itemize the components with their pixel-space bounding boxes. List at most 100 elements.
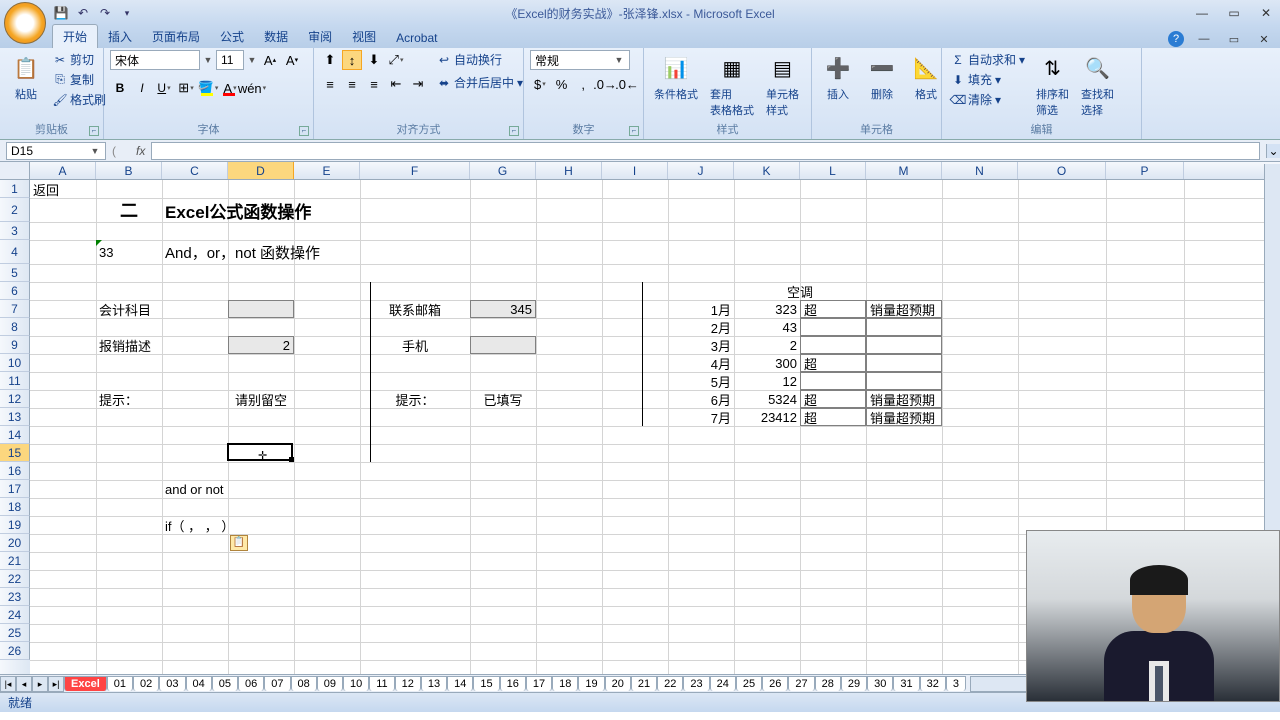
row-header-21[interactable]: 21 xyxy=(0,552,30,570)
ribbon-minimize-button[interactable]: — xyxy=(1194,30,1214,48)
col-header-O[interactable]: O xyxy=(1018,162,1106,179)
cell-J7[interactable]: 1月 xyxy=(668,300,734,318)
row-header-26[interactable]: 26 xyxy=(0,642,30,660)
input-cell-G9[interactable] xyxy=(470,336,536,354)
formula-bar-expand[interactable]: ⌄ xyxy=(1266,144,1280,158)
row-header-18[interactable]: 18 xyxy=(0,498,30,516)
sheet-tab-18[interactable]: 18 xyxy=(552,676,578,691)
tab-formulas[interactable]: 公式 xyxy=(210,25,254,48)
row-header-25[interactable]: 25 xyxy=(0,624,30,642)
sheet-tab-28[interactable]: 28 xyxy=(815,676,841,691)
row-header-13[interactable]: 13 xyxy=(0,408,30,426)
cell-L11[interactable] xyxy=(800,372,866,390)
row-header-9[interactable]: 9 xyxy=(0,336,30,354)
sheet-nav-first[interactable]: |◂ xyxy=(0,676,16,692)
cell-B4[interactable]: 33 xyxy=(96,240,162,264)
sheet-tab-26[interactable]: 26 xyxy=(762,676,788,691)
input-cell-G7[interactable]: 345 xyxy=(470,300,536,318)
sheet-nav-last[interactable]: ▸| xyxy=(48,676,64,692)
fx-icon[interactable]: fx xyxy=(136,144,145,158)
chevron-down-icon[interactable]: ▼ xyxy=(202,55,214,65)
sheet-tab-32[interactable]: 32 xyxy=(920,676,946,691)
row-header-20[interactable]: 20 xyxy=(0,534,30,552)
row-header-22[interactable]: 22 xyxy=(0,570,30,588)
cell-K7[interactable]: 323 xyxy=(734,300,800,318)
sheet-tab-21[interactable]: 21 xyxy=(631,676,657,691)
chevron-down-icon[interactable]: ▼ xyxy=(246,55,258,65)
row-header-19[interactable]: 19 xyxy=(0,516,30,534)
row-header-16[interactable]: 16 xyxy=(0,462,30,480)
decrease-decimal-button[interactable]: .0← xyxy=(617,74,637,94)
cell-F7[interactable]: 联系邮箱 xyxy=(360,300,470,318)
copy-button[interactable]: ⎘复制 xyxy=(50,70,109,89)
cell-J12[interactable]: 6月 xyxy=(668,390,734,408)
cell-L9[interactable] xyxy=(800,336,866,354)
col-header-K[interactable]: K xyxy=(734,162,800,179)
align-top-button[interactable]: ⬆ xyxy=(320,50,340,70)
tab-home[interactable]: 开始 xyxy=(52,24,98,48)
sheet-tab-07[interactable]: 07 xyxy=(264,676,290,691)
number-format-combo[interactable]: 常规▼ xyxy=(530,50,630,70)
cell-L8[interactable] xyxy=(800,318,866,336)
sheet-tab-10[interactable]: 10 xyxy=(343,676,369,691)
cell-B7[interactable]: 会计科目 xyxy=(96,300,162,318)
sheet-tab-16[interactable]: 16 xyxy=(500,676,526,691)
select-all-corner[interactable] xyxy=(0,162,30,179)
col-header-E[interactable]: E xyxy=(294,162,360,179)
sheet-tab-31[interactable]: 31 xyxy=(893,676,919,691)
tab-insert[interactable]: 插入 xyxy=(98,25,142,48)
font-size-combo[interactable]: 11 xyxy=(216,50,244,70)
col-header-L[interactable]: L xyxy=(800,162,866,179)
col-header-A[interactable]: A xyxy=(30,162,96,179)
cell-J8[interactable]: 2月 xyxy=(668,318,734,336)
sheet-tab-23[interactable]: 23 xyxy=(683,676,709,691)
cell-M13[interactable]: 销量超预期 xyxy=(866,408,942,426)
row-header-1[interactable]: 1 xyxy=(0,180,30,198)
col-header-C[interactable]: C xyxy=(162,162,228,179)
align-middle-button[interactable]: ↕ xyxy=(342,50,362,70)
cell-M12[interactable]: 销量超预期 xyxy=(866,390,942,408)
clear-button[interactable]: ⌫清除▾ xyxy=(948,90,1028,109)
cell-J13[interactable]: 7月 xyxy=(668,408,734,426)
input-cell-D7[interactable] xyxy=(228,300,294,318)
row-header-15[interactable]: 15 xyxy=(0,444,30,462)
sheet-tab-22[interactable]: 22 xyxy=(657,676,683,691)
sheet-tab-13[interactable]: 13 xyxy=(421,676,447,691)
font-launcher[interactable]: ⌐ xyxy=(299,126,309,136)
qat-undo-icon[interactable]: ↶ xyxy=(74,4,92,22)
border-button[interactable]: ⊞▾ xyxy=(176,78,196,98)
col-header-I[interactable]: I xyxy=(602,162,668,179)
cell-L10[interactable]: 超 xyxy=(800,354,866,372)
col-header-B[interactable]: B xyxy=(96,162,162,179)
row-header-11[interactable]: 11 xyxy=(0,372,30,390)
cell-A1[interactable]: 返回 xyxy=(30,180,96,198)
cell-M9[interactable] xyxy=(866,336,942,354)
sheet-tab-04[interactable]: 04 xyxy=(186,676,212,691)
wrap-text-button[interactable]: ↩自动换行 xyxy=(434,50,526,69)
phonetic-button[interactable]: wén▾ xyxy=(242,78,262,98)
increase-decimal-button[interactable]: .0→ xyxy=(595,74,615,94)
cell-M10[interactable] xyxy=(866,354,942,372)
cell-K6[interactable]: 空调 xyxy=(734,282,866,300)
percent-button[interactable]: % xyxy=(552,74,572,94)
cell-J9[interactable]: 3月 xyxy=(668,336,734,354)
align-center-button[interactable]: ≡ xyxy=(342,74,362,94)
cell-C19[interactable]: if（ ， ， ） xyxy=(162,516,362,534)
number-launcher[interactable]: ⌐ xyxy=(629,126,639,136)
sheet-tab-20[interactable]: 20 xyxy=(605,676,631,691)
cell-J11[interactable]: 5月 xyxy=(668,372,734,390)
row-header-12[interactable]: 12 xyxy=(0,390,30,408)
sheet-tab-09[interactable]: 09 xyxy=(317,676,343,691)
col-header-P[interactable]: P xyxy=(1106,162,1184,179)
font-name-combo[interactable]: 宋体 xyxy=(110,50,200,70)
minimize-button[interactable]: — xyxy=(1192,4,1212,22)
paste-options-icon[interactable]: 📋 xyxy=(230,535,248,551)
row-header-8[interactable]: 8 xyxy=(0,318,30,336)
sheet-nav-prev[interactable]: ◂ xyxy=(16,676,32,692)
row-header-6[interactable]: 6 xyxy=(0,282,30,300)
cell-F12[interactable]: 提示： xyxy=(360,390,470,408)
fill-color-button[interactable]: 🪣▾ xyxy=(198,78,218,98)
align-launcher[interactable]: ⌐ xyxy=(509,126,519,136)
qat-customize-icon[interactable]: ▾ xyxy=(118,4,136,22)
align-bottom-button[interactable]: ⬇ xyxy=(364,50,384,70)
